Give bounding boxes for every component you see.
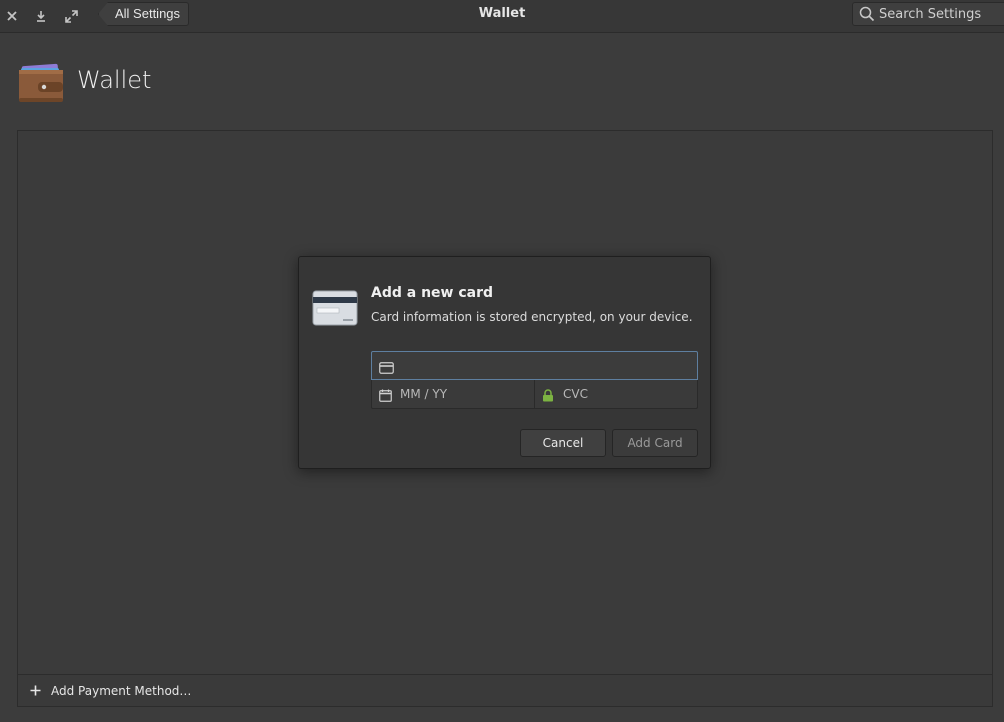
download-icon[interactable] — [31, 6, 51, 26]
search-icon — [859, 6, 875, 26]
expiry-field[interactable] — [371, 380, 535, 409]
search-field[interactable] — [852, 2, 1004, 26]
card-number-field[interactable] — [371, 351, 698, 380]
dialog-title: Add a new card — [371, 285, 494, 301]
lock-icon — [542, 387, 554, 406]
header-bar: All Settings Wallet — [0, 0, 1004, 33]
add-payment-method-label: Add Payment Method… — [51, 684, 192, 698]
wallet-icon — [18, 62, 64, 104]
add-card-dialog: Add a new card Card information is store… — [298, 256, 711, 469]
card-number-input[interactable] — [402, 357, 682, 375]
frame-toolbar: Add Payment Method… — [18, 674, 992, 706]
plus-icon — [30, 683, 41, 699]
card-icon — [379, 359, 394, 378]
expiry-input[interactable] — [400, 385, 520, 403]
cvc-field[interactable] — [534, 380, 698, 409]
search-input[interactable] — [879, 5, 1003, 23]
cancel-button[interactable]: Cancel — [520, 429, 606, 457]
credit-card-icon — [312, 290, 358, 328]
maximize-icon[interactable] — [61, 6, 81, 26]
dialog-subtitle: Card information is stored encrypted, on… — [371, 310, 693, 324]
add-card-button[interactable]: Add Card — [612, 429, 698, 457]
page-title: Wallet — [77, 66, 152, 94]
calendar-icon — [379, 387, 392, 406]
back-button-all-settings[interactable]: All Settings — [98, 2, 190, 26]
cvc-input[interactable] — [563, 385, 683, 403]
close-icon[interactable] — [2, 6, 22, 26]
settings-window: All Settings Wallet Wallet — [0, 0, 1004, 722]
add-payment-method-button[interactable]: Add Payment Method… — [30, 681, 191, 701]
